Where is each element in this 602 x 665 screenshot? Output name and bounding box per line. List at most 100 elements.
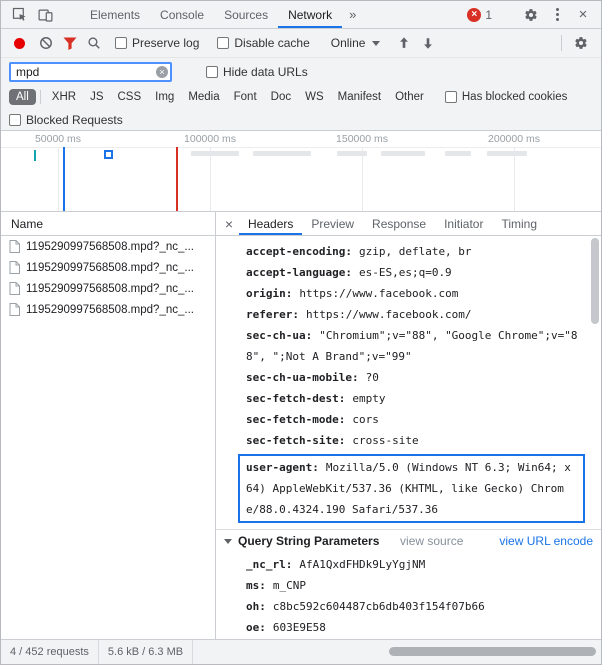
header-name: sec-fetch-site [246, 434, 345, 447]
activity-bar [191, 151, 239, 156]
tab-console[interactable]: Console [150, 1, 214, 28]
header-line: accept-language es-ES,es;q=0.9 [246, 262, 585, 283]
tab-response[interactable]: Response [363, 212, 435, 235]
network-toolbar: Preserve log Disable cache Online [1, 29, 601, 58]
preserve-log-checkbox[interactable]: Preserve log [115, 36, 199, 50]
timeline-gridline [514, 147, 515, 211]
settings-gear-icon[interactable] [518, 3, 544, 27]
search-icon[interactable] [82, 32, 106, 54]
tab-sources[interactable]: Sources [214, 1, 278, 28]
header-name: sec-ch-ua [246, 329, 312, 342]
file-icon [9, 303, 20, 316]
devtools-window: Elements Console Sources Network » × 1 × [0, 0, 602, 665]
overview-selection-handle[interactable] [104, 150, 113, 159]
headers-pane[interactable]: accept-encoding gzip, deflate, br accept-… [216, 236, 601, 639]
checkbox-icon [9, 113, 21, 126]
tab-initiator[interactable]: Initiator [435, 212, 492, 235]
request-row[interactable]: 1195290997568508.mpd?_nc_... [1, 278, 215, 299]
tab-headers[interactable]: Headers [239, 212, 302, 235]
disable-cache-checkbox[interactable]: Disable cache [217, 36, 310, 50]
more-tabs-icon[interactable]: » [342, 1, 363, 28]
export-har-icon[interactable] [416, 32, 440, 54]
network-filter-input[interactable] [9, 61, 172, 82]
vertical-scrollbar[interactable] [591, 238, 599, 324]
throttling-select[interactable]: Online [331, 36, 381, 50]
transfer-size: 5.6 kB / 6.3 MB [99, 640, 194, 664]
header-value: https://www.facebook.com [299, 287, 459, 300]
network-settings-gear-icon[interactable] [569, 32, 593, 54]
header-value: cross-site [352, 434, 419, 447]
header-line: sec-fetch-dest empty [246, 388, 585, 409]
header-name: accept-language [246, 266, 352, 279]
tab-timing[interactable]: Timing [492, 212, 546, 235]
error-count: 1 [485, 7, 492, 22]
hide-data-urls-checkbox[interactable]: Hide data URLs [206, 65, 308, 79]
param-name: oe [246, 621, 266, 634]
kebab-menu-icon[interactable] [544, 3, 570, 27]
filter-pill-manifest[interactable]: Manifest [331, 89, 388, 105]
details-close-icon[interactable]: × [219, 212, 239, 235]
timeline-gridline [58, 147, 59, 211]
filter-pill-js[interactable]: JS [83, 89, 110, 105]
view-url-encoded-link[interactable]: view URL encode [499, 534, 593, 548]
blocked-requests-checkbox[interactable]: Blocked Requests [9, 113, 123, 127]
query-string-title: Query String Parameters [238, 534, 380, 548]
request-row[interactable]: 1195290997568508.mpd?_nc_... [1, 299, 215, 320]
query-string-header[interactable]: Query String Parameters view source view… [216, 530, 601, 552]
activity-bar [381, 151, 425, 156]
header-name: sec-ch-ua-mobile [246, 371, 359, 384]
tab-preview[interactable]: Preview [302, 212, 363, 235]
has-blocked-cookies-checkbox[interactable]: Has blocked cookies [444, 91, 568, 103]
param-line: oh c8bc592c604487cb6db403f154f07b66 [246, 596, 585, 617]
device-toolbar-icon[interactable] [32, 3, 58, 27]
network-filter-field: × [9, 61, 172, 82]
param-value: c8bc592c604487cb6db403f154f07b66 [272, 600, 485, 613]
disable-cache-label: Disable cache [234, 36, 310, 50]
filter-pill-media[interactable]: Media [181, 89, 226, 105]
param-value: 603E9E58 [272, 621, 326, 634]
header-line: sec-fetch-site cross-site [246, 430, 585, 451]
tab-elements[interactable]: Elements [80, 1, 150, 28]
activity-bar [337, 151, 367, 156]
timeline-overview[interactable]: 50000 ms 100000 ms 150000 ms 200000 ms [1, 130, 601, 212]
throttling-value: Online [330, 36, 366, 50]
clear-input-icon[interactable]: × [156, 65, 168, 78]
filter-pill-all[interactable]: All [9, 89, 36, 105]
blocked-requests-row: Blocked Requests [1, 109, 601, 130]
filter-funnel-icon[interactable] [58, 32, 82, 54]
checkbox-icon [444, 91, 457, 103]
error-badge[interactable]: × 1 [467, 7, 492, 22]
request-row[interactable]: 1195290997568508.mpd?_nc_... [1, 257, 215, 278]
timeline-tick-label: 150000 ms [336, 133, 388, 145]
horizontal-scrollbar-thumb[interactable] [389, 647, 596, 656]
filter-pill-font[interactable]: Font [227, 89, 264, 105]
request-row[interactable]: 1195290997568508.mpd?_nc_... [1, 236, 215, 257]
param-value: m_CNP [272, 579, 306, 592]
timeline-gridline [210, 147, 211, 211]
request-headers-section: accept-encoding gzip, deflate, br accept-… [216, 236, 601, 529]
request-list-panel: Name 1195290997568508.mpd?_nc_... 119529… [1, 212, 216, 639]
filter-pill-css[interactable]: CSS [110, 89, 148, 105]
has-blocked-cookies-label: Has blocked cookies [461, 91, 568, 103]
filter-pill-doc[interactable]: Doc [264, 89, 298, 105]
header-value: es-ES,es;q=0.9 [358, 266, 452, 279]
tab-network[interactable]: Network [278, 1, 342, 28]
filter-pill-xhr[interactable]: XHR [45, 89, 83, 105]
devtools-tab-bar: Elements Console Sources Network » × 1 × [1, 1, 601, 29]
clear-icon[interactable] [34, 32, 58, 54]
inspect-element-icon[interactable] [6, 3, 32, 27]
close-devtools-icon[interactable]: × [570, 3, 596, 27]
timeline-gridline [362, 147, 363, 211]
filter-pill-img[interactable]: Img [148, 89, 181, 105]
name-column-header[interactable]: Name [1, 212, 215, 236]
view-source-link[interactable]: view source [400, 534, 463, 548]
request-details-panel: × Headers Preview Response Initiator Tim… [216, 212, 601, 639]
import-har-icon[interactable] [392, 32, 416, 54]
record-icon[interactable] [14, 37, 25, 49]
filter-pill-other[interactable]: Other [388, 89, 431, 105]
param-line: _nc_rl AfA1QxdFHDk9LyYgjNM [246, 554, 585, 575]
error-icon: × [467, 7, 482, 22]
filter-pill-ws[interactable]: WS [298, 89, 331, 105]
header-value: https://www.facebook.com/ [305, 308, 472, 321]
pill-divider [39, 90, 41, 104]
